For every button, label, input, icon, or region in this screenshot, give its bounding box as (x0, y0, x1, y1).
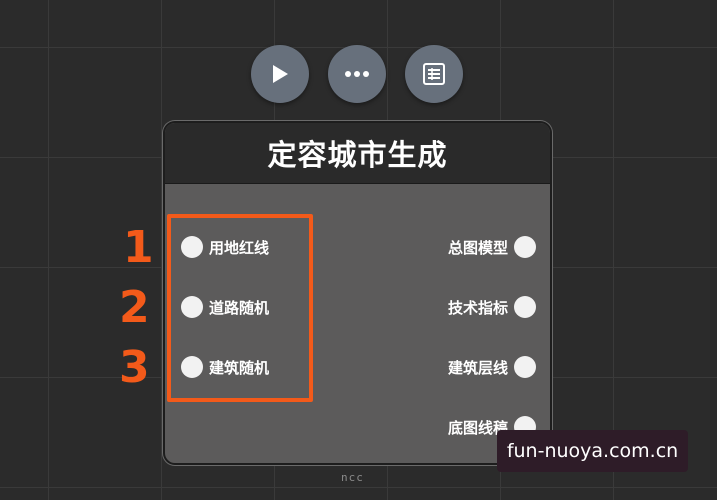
output-port-dot[interactable] (514, 236, 536, 258)
input-port-dot[interactable] (181, 296, 203, 318)
watermark: fun-nuoya.com.cn (497, 430, 688, 472)
ellipsis-icon (345, 71, 369, 77)
input-port-label: 道路随机 (209, 298, 270, 317)
node-title: 定容城市生成 (267, 138, 448, 172)
more-options-button[interactable] (328, 45, 386, 103)
step-number-1: 1 (123, 222, 154, 273)
output-port-building-floor-lines[interactable]: 建筑层线 (448, 356, 536, 378)
output-port-technical-indicators[interactable]: 技术指标 (448, 296, 536, 318)
run-button[interactable] (251, 45, 309, 103)
output-port-master-plan-model[interactable]: 总图模型 (448, 236, 536, 258)
output-port-label: 总图模型 (447, 238, 508, 257)
input-port-land-redline[interactable]: 用地红线 (181, 236, 269, 258)
input-port-dot[interactable] (181, 356, 203, 378)
output-port-dot[interactable] (514, 296, 536, 318)
panel-button[interactable] (405, 45, 463, 103)
app-logo: ncc (341, 471, 364, 484)
input-port-label: 用地红线 (209, 238, 270, 257)
input-port-road-random[interactable]: 道路随机 (181, 296, 269, 318)
node-header[interactable]: 定容城市生成 (165, 123, 550, 184)
input-port-dot[interactable] (181, 236, 203, 258)
output-port-label: 技术指标 (447, 298, 508, 317)
step-number-2: 2 (119, 282, 150, 333)
city-generation-node[interactable]: 定容城市生成 用地红线 道路随机 建筑随机 总图模型 技术指标 建筑层线 底图线… (163, 121, 552, 465)
play-icon (273, 65, 288, 83)
step-number-3: 3 (119, 342, 150, 393)
watermark-text: fun-nuoya.com.cn (506, 440, 679, 462)
input-port-label: 建筑随机 (209, 358, 270, 377)
output-port-label: 建筑层线 (447, 358, 508, 377)
output-port-dot[interactable] (514, 356, 536, 378)
input-port-building-random[interactable]: 建筑随机 (181, 356, 269, 378)
panel-icon (423, 63, 445, 85)
